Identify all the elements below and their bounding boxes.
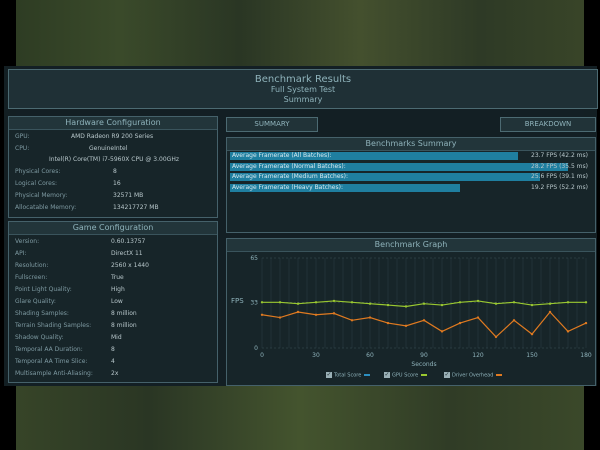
summary-bar-row: Average Framerate (Normal Batches): 28.2 …	[230, 162, 590, 171]
gpu-label: GPU:	[15, 133, 30, 140]
game-config-panel: Game Configuration Version: 0.60.13757 API…	[8, 221, 218, 383]
page-title: Benchmark Results	[254, 74, 352, 85]
checkbox-total-score[interactable]: ✓	[326, 372, 332, 378]
legend-gpu-score-label: GPU Score	[392, 372, 419, 379]
physical-cores-value: 8	[113, 168, 117, 175]
game-config-value: 8	[111, 346, 115, 353]
hardware-heading: Hardware Configuration	[9, 117, 217, 130]
game-config-value: True	[111, 274, 124, 281]
checkbox-driver-overhead[interactable]: ✓	[444, 372, 450, 378]
summary-bar-row: Average Framerate (Medium Batches): 25.6 …	[230, 173, 590, 181]
game-config-label: Version:	[15, 238, 40, 245]
game-config-label: Glare Quality:	[15, 298, 56, 305]
tab-breakdown[interactable]: BREAKDOWN	[500, 117, 596, 132]
summary-bar-value: 25.6 FPS (39.1 ms)	[531, 173, 588, 180]
game-config-value: 8 million	[111, 310, 137, 317]
summary-bar-label: Average Framerate (Heavy Batches):	[232, 183, 343, 191]
game-config-value: 8 million	[111, 322, 137, 329]
game-config-value: 2x	[111, 370, 119, 377]
checkbox-gpu-score[interactable]: ✓	[384, 372, 390, 378]
game-config-value: 0.60.13757	[111, 238, 146, 245]
legend-gpu-score-swatch	[421, 374, 428, 376]
page-subtitle-2: Summary	[283, 95, 323, 104]
game-config-label: Shadow Quality:	[15, 334, 64, 341]
game-config-value: 2560 x 1440	[111, 262, 149, 269]
game-config-value: DirectX 11	[111, 250, 143, 257]
background-bottom	[0, 386, 600, 450]
summary-bar-value: 28.2 FPS (35.5 ms)	[531, 162, 588, 170]
game-config-heading: Game Configuration	[9, 222, 217, 235]
cpu-label: CPU:	[15, 145, 30, 152]
legend-total-score[interactable]: ✓ Total Score	[326, 372, 371, 379]
hardware-panel: Hardware Configuration GPU: AMD Radeon R…	[8, 116, 218, 218]
game-config-label: Fullscreen:	[15, 274, 48, 281]
legend-driver-overhead-label: Driver Overhead	[452, 372, 494, 379]
game-config-label: API:	[15, 250, 27, 257]
game-config-label: Point Light Quality:	[15, 286, 72, 293]
summary-bar-row: Average Framerate (Heavy Batches): 19.2 F…	[230, 183, 590, 192]
summary-heading: Benchmarks Summary	[227, 138, 595, 151]
game-config-label: Terrain Shading Samples:	[15, 322, 92, 329]
legend-driver-overhead[interactable]: ✓ Driver Overhead	[444, 372, 503, 379]
graph-panel: Benchmark Graph	[226, 238, 596, 386]
game-config-label: Multisample Anti-Aliasing:	[15, 370, 93, 377]
summary-bar-value: 23.7 FPS (42.2 ms)	[531, 152, 588, 159]
game-config-label: Temporal AA Time Slice:	[15, 358, 88, 365]
summary-bar-row: Average Framerate (All Batches): 23.7 FPS…	[230, 152, 590, 160]
game-config-label: Resolution:	[15, 262, 49, 269]
allocatable-memory-value: 134217727 MB	[113, 204, 159, 211]
game-config-value: 4	[111, 358, 115, 365]
physical-memory-label: Physical Memory:	[15, 192, 68, 199]
game-config-label: Temporal AA Duration:	[15, 346, 83, 353]
cpu-value: GenuineIntel	[89, 145, 128, 152]
legend-driver-overhead-swatch	[496, 374, 503, 376]
summary-bar-label: Average Framerate (Normal Batches):	[232, 162, 346, 170]
game-config-value: Mid	[111, 334, 122, 341]
physical-cores-label: Physical Cores:	[15, 168, 61, 175]
logical-cores-value: 16	[113, 180, 121, 187]
summary-bar-label: Average Framerate (All Batches):	[232, 152, 332, 159]
legend-total-score-swatch	[364, 374, 371, 376]
allocatable-memory-label: Allocatable Memory:	[15, 204, 77, 211]
graph-heading: Benchmark Graph	[227, 239, 595, 252]
logical-cores-label: Logical Cores:	[15, 180, 57, 187]
cpu-model: Intel(R) Core(TM) i7-5960X CPU @ 3.00GHz	[49, 156, 179, 163]
game-config-value: Low	[111, 298, 123, 305]
physical-memory-value: 32571 MB	[113, 192, 144, 199]
tab-summary[interactable]: SUMMARY	[226, 117, 318, 132]
page-subtitle: Full System Test	[270, 85, 336, 94]
game-config-label: Shading Samples:	[15, 310, 69, 317]
background-top	[0, 0, 600, 66]
title-bar: Benchmark Results Full System Test Summa…	[8, 69, 598, 109]
legend-total-score-label: Total Score	[334, 372, 362, 379]
summary-bar-value: 19.2 FPS (52.2 ms)	[531, 183, 588, 191]
legend-gpu-score[interactable]: ✓ GPU Score	[384, 372, 428, 379]
gpu-value: AMD Radeon R9 200 Series	[71, 133, 154, 140]
summary-bar-label: Average Framerate (Medium Batches):	[232, 173, 349, 180]
game-config-value: High	[111, 286, 125, 293]
